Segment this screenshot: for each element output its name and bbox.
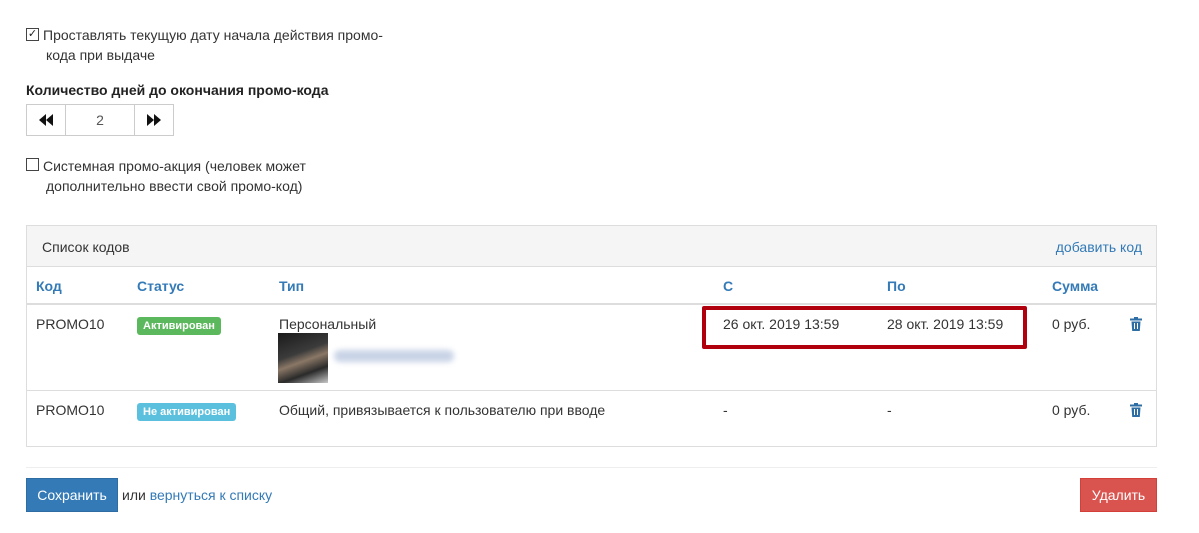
- row2-code: PROMO10: [36, 402, 105, 418]
- row1-sum: 0 руб.: [1052, 316, 1091, 332]
- system-promo-label-line2: дополнительно ввести свой промо-код): [46, 178, 303, 194]
- back-to-list-link[interactable]: вернуться к списку: [150, 487, 272, 503]
- footer-divider: [26, 467, 1157, 468]
- column-header-type[interactable]: Тип: [279, 278, 304, 294]
- auto-date-label-line1: Проставлять текущую дату начала действия…: [43, 27, 383, 43]
- system-promo-label-line1: Системная промо-акция (человек может: [43, 158, 306, 174]
- days-stepper: 2: [26, 104, 174, 136]
- codes-panel-header: Список кодов добавить код: [27, 226, 1156, 267]
- trash-icon[interactable]: [1130, 403, 1142, 417]
- row2-from: -: [723, 402, 728, 418]
- add-code-link[interactable]: добавить код: [1056, 239, 1142, 255]
- double-left-arrow-icon: [39, 114, 53, 126]
- row2-status-badge: Не активирован: [137, 403, 237, 421]
- header-divider: [27, 303, 1156, 305]
- column-header-to[interactable]: По: [887, 278, 906, 294]
- column-header-status[interactable]: Статус: [137, 278, 184, 294]
- row-divider: [27, 390, 1156, 391]
- days-decrease-button[interactable]: [27, 105, 65, 135]
- days-label: Количество дней до окончания промо-кода: [26, 82, 329, 98]
- column-header-code[interactable]: Код: [36, 278, 62, 294]
- days-increase-button[interactable]: [135, 105, 173, 135]
- dates-highlight-box: [702, 306, 1027, 349]
- double-right-arrow-icon: [147, 114, 161, 126]
- delete-button[interactable]: Удалить: [1080, 478, 1157, 512]
- or-text: или: [122, 487, 146, 503]
- auto-date-checkbox[interactable]: ✓: [26, 28, 39, 41]
- blurred-user-name[interactable]: [334, 350, 454, 362]
- save-button[interactable]: Сохранить: [26, 478, 118, 512]
- row1-code: PROMO10: [36, 316, 105, 332]
- trash-icon[interactable]: [1130, 317, 1142, 331]
- row2-to: -: [887, 402, 892, 418]
- column-header-from[interactable]: С: [723, 278, 733, 294]
- row1-type: Персональный: [279, 316, 377, 332]
- codes-panel-title: Список кодов: [42, 239, 130, 255]
- auto-date-label-line2: кода при выдаче: [46, 47, 155, 63]
- row1-status-badge: Активирован: [137, 317, 221, 335]
- user-avatar[interactable]: [278, 333, 328, 383]
- footer-links: или вернуться к списку: [122, 487, 272, 503]
- system-promo-checkbox[interactable]: [26, 158, 39, 171]
- column-header-sum[interactable]: Сумма: [1052, 278, 1098, 294]
- days-value[interactable]: 2: [65, 105, 135, 135]
- row2-type: Общий, привязывается к пользователю при …: [279, 402, 606, 418]
- row2-sum: 0 руб.: [1052, 402, 1091, 418]
